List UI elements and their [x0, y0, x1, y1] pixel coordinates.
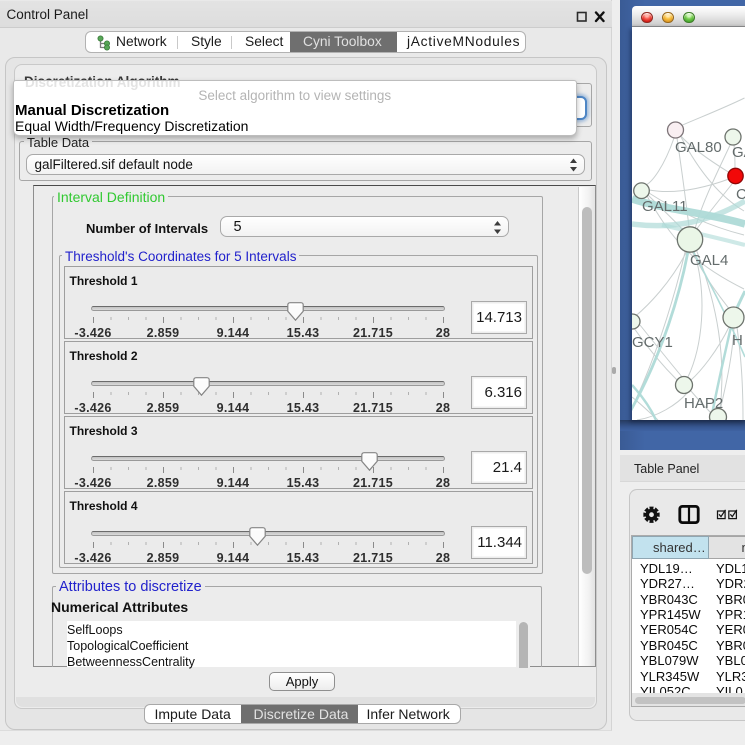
svg-text:HAP2: HAP2	[684, 395, 723, 412]
svg-text:GA: GA	[732, 144, 745, 161]
svg-text:C: C	[736, 186, 745, 203]
svg-text:H: H	[732, 332, 743, 349]
svg-text:GAL4: GAL4	[690, 252, 728, 269]
svg-text:GAL80: GAL80	[675, 139, 722, 156]
svg-text:GCY1: GCY1	[632, 334, 673, 351]
svg-text:GAL11: GAL11	[642, 198, 688, 215]
